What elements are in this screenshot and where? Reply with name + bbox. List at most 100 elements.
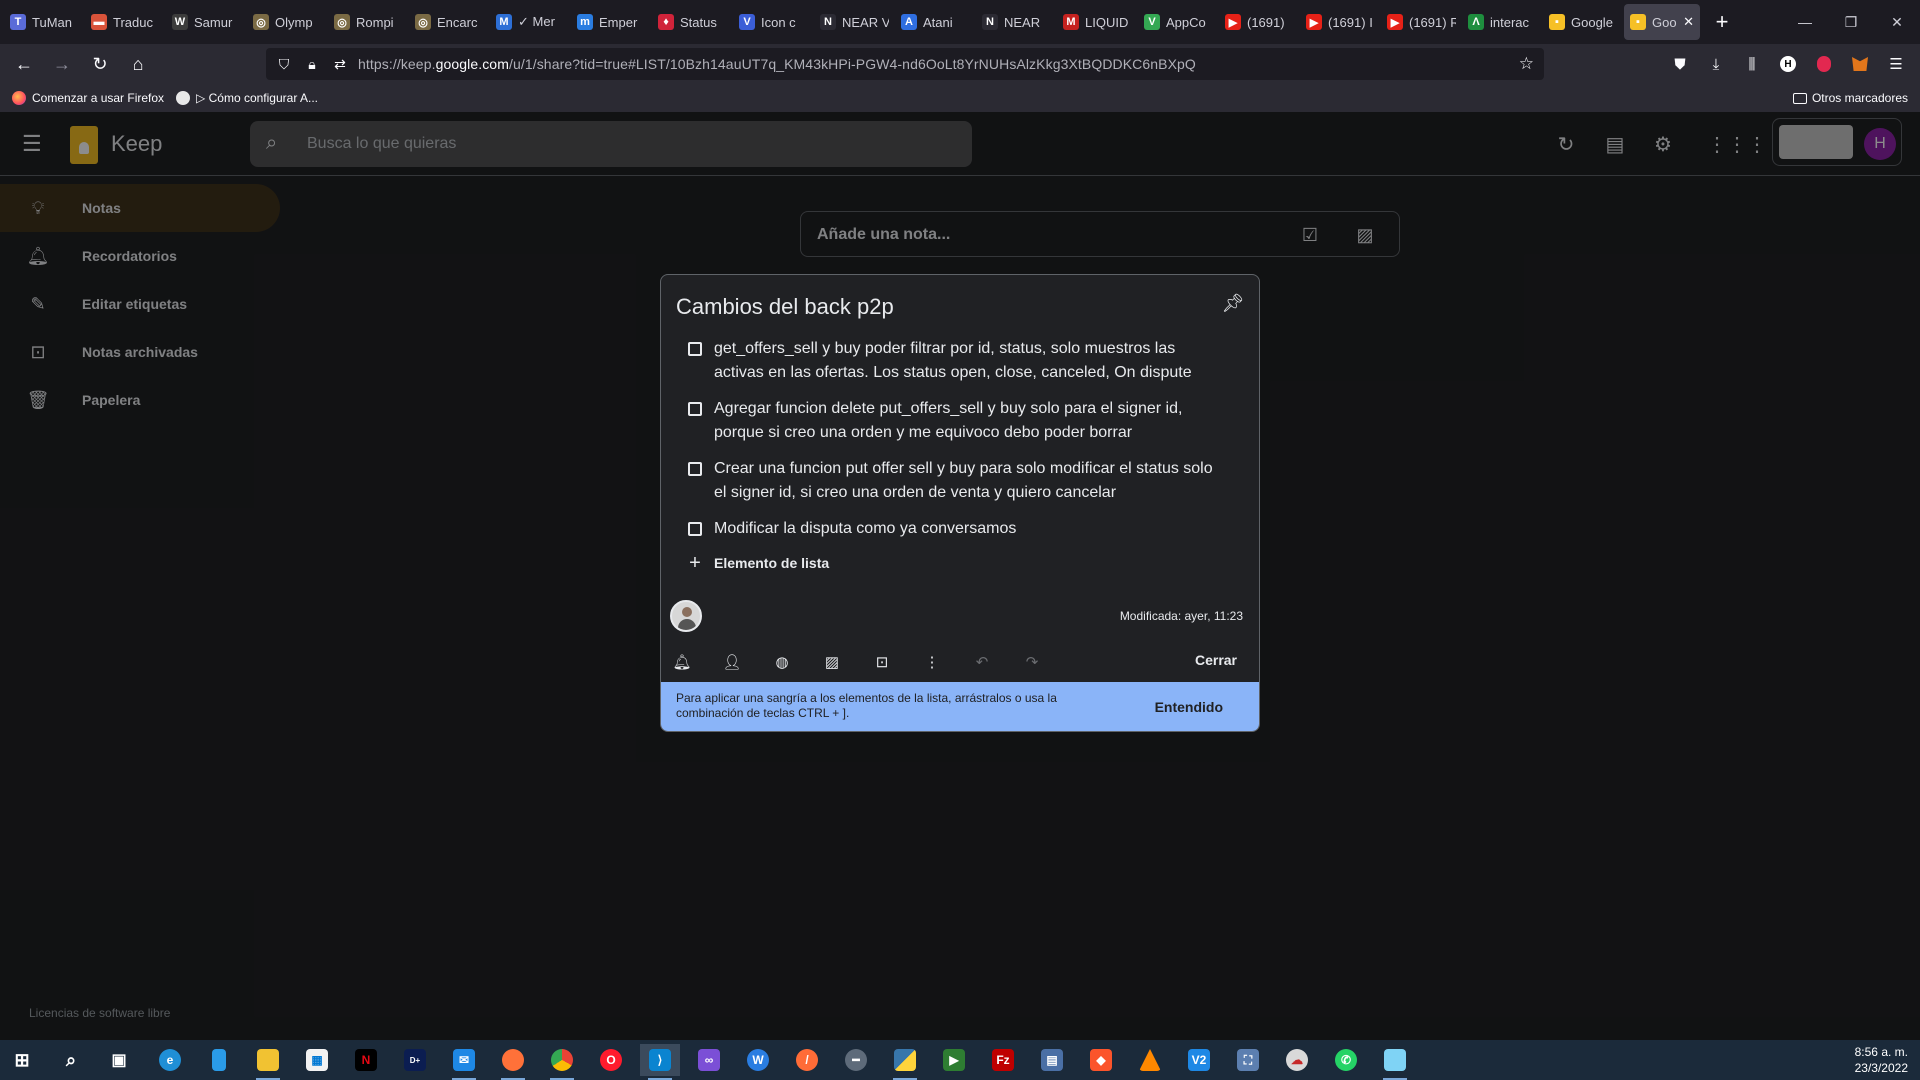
whatsapp-icon[interactable]: ✆ — [1326, 1044, 1366, 1076]
organization-logo[interactable] — [1779, 125, 1853, 159]
drive-icon[interactable]: ━ — [836, 1044, 876, 1076]
library-icon[interactable]: ⫼ — [1734, 48, 1770, 80]
list-item-checkbox[interactable] — [688, 522, 702, 536]
more-icon[interactable]: ⋮ — [918, 648, 946, 676]
netflix-icon[interactable]: N — [346, 1044, 386, 1076]
browser-tab[interactable]: A Atani — [895, 4, 976, 40]
list-item[interactable]: Crear una funcion put offer sell y buy p… — [661, 457, 1259, 505]
store-icon[interactable]: ▦ — [297, 1044, 337, 1076]
snip-tool-icon[interactable] — [1375, 1044, 1415, 1080]
take-note-bar[interactable]: Añade una nota... ☑ ▨ — [800, 211, 1400, 257]
list-item[interactable]: Modificar la disputa como ya conversamos — [661, 517, 1259, 541]
browser-tab[interactable]: N NEAR V — [814, 4, 895, 40]
media-app-icon[interactable]: ▶ — [934, 1044, 974, 1076]
settings-icon[interactable]: ⚙ — [1645, 126, 1681, 162]
brave-icon[interactable]: ◆ — [1081, 1044, 1121, 1076]
new-tab-button[interactable]: + — [1704, 4, 1740, 40]
browser-tab[interactable]: ▶ (1691) — [1219, 4, 1300, 40]
close-button[interactable]: Cerrar — [1195, 652, 1237, 668]
shield-icon[interactable]: ⛉ — [270, 48, 298, 80]
taskbar-firefox-icon[interactable] — [493, 1044, 533, 1080]
minimize-button[interactable]: — — [1782, 0, 1828, 44]
browser-tab[interactable]: ▪ Goo ✕ — [1624, 4, 1700, 40]
sidebar-item-notas-archivadas[interactable]: ⊡ Notas archivadas — [0, 328, 280, 376]
archive-icon[interactable]: ⊡ — [868, 648, 896, 676]
extension-h-icon[interactable]: H — [1770, 48, 1806, 80]
lock-icon[interactable]: 🔒︎ — [298, 48, 326, 80]
list-item-checkbox[interactable] — [688, 402, 702, 416]
cloud-app-icon[interactable]: ☁ — [1277, 1044, 1317, 1076]
back-button[interactable]: ← — [6, 48, 42, 80]
bookmark-config[interactable]: ▷ Cómo configurar A... — [176, 91, 318, 105]
w-app-icon[interactable]: W — [738, 1044, 778, 1076]
browser-tab[interactable]: T TuMan — [4, 4, 85, 40]
take-note-input[interactable]: Añade una nota... — [817, 226, 950, 244]
network-app-icon[interactable]: ▤ — [1032, 1044, 1072, 1076]
remind-me-icon[interactable]: 🔔︎ — [668, 648, 696, 676]
apps-grid-icon[interactable]: ⋮⋮⋮ — [1707, 126, 1767, 162]
system-clock[interactable]: 8:56 a. m. 23/3/2022 — [1855, 1044, 1908, 1076]
edge-icon[interactable]: e — [150, 1044, 190, 1076]
home-button[interactable]: ⌂ — [120, 48, 156, 80]
vlc-icon[interactable] — [1130, 1044, 1170, 1076]
refresh-icon[interactable]: ↻ — [1548, 126, 1584, 162]
browser-tab[interactable]: M ✓ Mer — [490, 4, 571, 40]
forward-button[interactable]: → — [44, 48, 80, 80]
new-list-icon[interactable]: ☑ — [1297, 222, 1323, 248]
account-avatar[interactable]: H — [1864, 128, 1896, 160]
browser-tab[interactable]: V Icon c — [733, 4, 814, 40]
search-icon[interactable]: ⌕ — [266, 132, 277, 155]
url-text[interactable]: https://keep.google.com/u/1/share?tid=tr… — [358, 56, 1196, 72]
mail-icon[interactable]: ✉ — [444, 1044, 484, 1080]
browser-tab[interactable]: ♦ Status — [652, 4, 733, 40]
visual-studio-icon[interactable]: ∞ — [689, 1044, 729, 1076]
collaborator-avatar[interactable] — [670, 600, 702, 632]
list-item-text[interactable]: Modificar la disputa como ya conversamos — [714, 520, 1016, 537]
menu-icon[interactable]: ☰ — [1878, 48, 1914, 80]
sidebar-item-papelera[interactable]: 🗑︎ Papelera — [0, 376, 280, 424]
sidebar-item-recordatorios[interactable]: 🔔︎ Recordatorios — [0, 232, 280, 280]
got-it-button[interactable]: Entendido — [1155, 699, 1223, 715]
pin-icon[interactable]: 📌︎ — [1221, 291, 1245, 315]
account-area[interactable]: H — [1772, 118, 1902, 166]
postman-icon[interactable]: / — [787, 1044, 827, 1076]
list-item-text[interactable]: Crear una funcion put offer sell y buy p… — [714, 460, 1213, 501]
palette-icon[interactable]: ◍ — [768, 648, 796, 676]
sidebar-item-notas[interactable]: 💡︎ Notas — [0, 184, 280, 232]
browser-tab[interactable]: ▶ (1691) REPRODU — [1381, 4, 1462, 40]
license-link[interactable]: Licencias de software libre — [29, 1006, 170, 1020]
new-image-note-icon[interactable]: ▨ — [1352, 222, 1378, 248]
list-item[interactable]: Agregar funcion delete put_offers_sell y… — [661, 397, 1259, 445]
url-bar[interactable]: ⛉ 🔒︎ ⇄ https://keep.google.com/u/1/share… — [266, 48, 1544, 80]
browser-tab[interactable]: m Emper — [571, 4, 652, 40]
browser-tab[interactable]: Λinterac — [1462, 4, 1543, 40]
taskbar-search-icon[interactable]: ⌕ — [51, 1044, 91, 1076]
browser-tab[interactable]: N NEAR — [976, 4, 1057, 40]
notepad-icon[interactable] — [199, 1044, 239, 1076]
bookmark-star-icon[interactable]: ☆ — [1519, 54, 1534, 74]
keep-title[interactable]: Keep — [111, 131, 162, 157]
start-button[interactable]: ⊞ — [2, 1044, 42, 1076]
close-window-button[interactable]: ✕ — [1874, 0, 1920, 44]
reload-button[interactable]: ↻ — [82, 48, 118, 80]
vb-app-icon[interactable]: V2 — [1179, 1044, 1219, 1076]
list-item-text[interactable]: get_offers_sell y buy poder filtrar por … — [714, 340, 1192, 381]
redo-icon[interactable]: ↷ — [1018, 648, 1046, 676]
file-explorer-icon[interactable] — [248, 1044, 288, 1080]
browser-tab[interactable]: ◎ Rompi — [328, 4, 409, 40]
list-view-icon[interactable]: ▤ — [1597, 126, 1633, 162]
list-item-text[interactable]: Agregar funcion delete put_offers_sell y… — [714, 400, 1182, 441]
search-bar[interactable]: ⌕ Busca lo que quieras — [250, 121, 972, 167]
extension-red-icon[interactable] — [1806, 48, 1842, 80]
add-list-item[interactable]: + Elemento de lista — [661, 551, 829, 575]
downloads-icon[interactable]: ⤓ — [1698, 48, 1734, 80]
browser-tab[interactable]: ▬ Traduc — [85, 4, 166, 40]
chrome-icon[interactable] — [542, 1044, 582, 1080]
opera-icon[interactable]: O — [591, 1044, 631, 1076]
metamask-icon[interactable] — [1842, 48, 1878, 80]
browser-tab[interactable]: ◎ Olymp — [247, 4, 328, 40]
bookmark-firefox[interactable]: Comenzar a usar Firefox — [12, 91, 164, 105]
collaborator-icon[interactable]: 👤︎ — [718, 648, 746, 676]
add-image-icon[interactable]: ▨ — [818, 648, 846, 676]
disney-plus-icon[interactable]: D+ — [395, 1044, 435, 1076]
